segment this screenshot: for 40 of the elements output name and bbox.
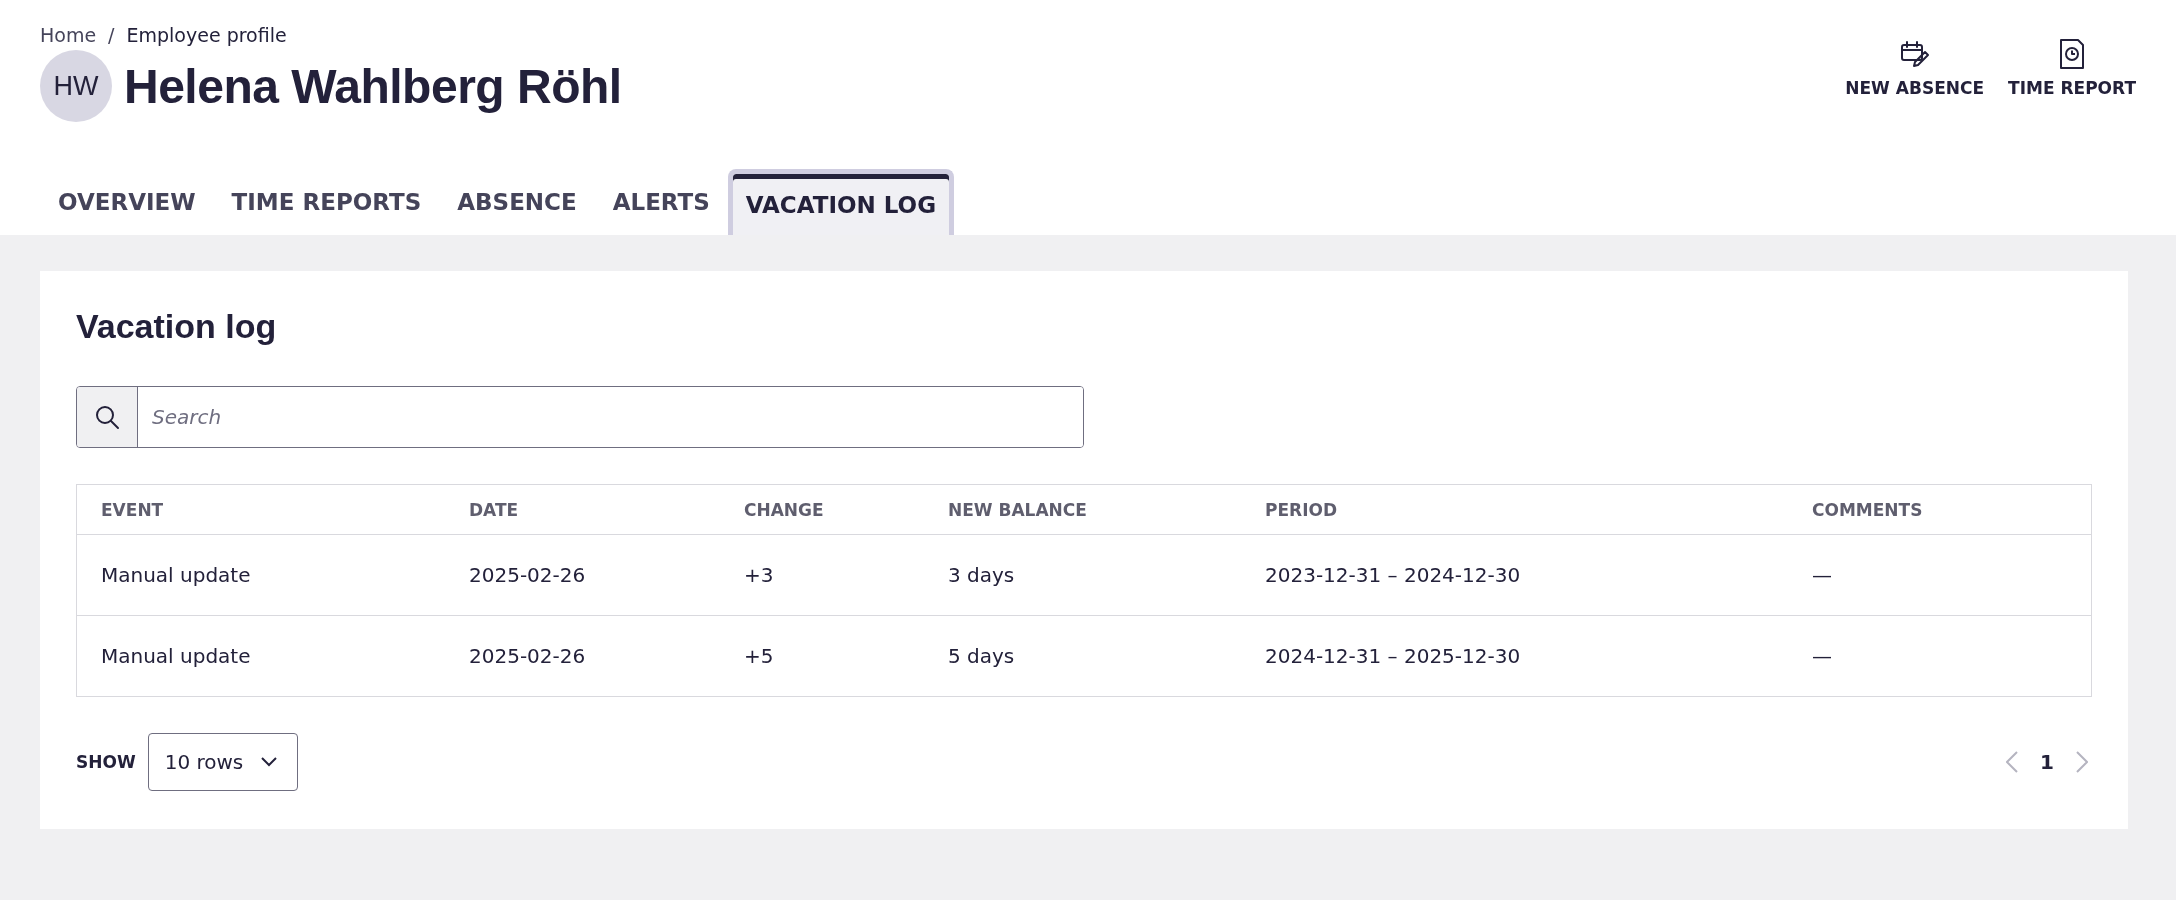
calendar-pencil-icon (1899, 40, 1930, 70)
employee-name: Helena Wahlberg Röhl (124, 58, 622, 114)
table-cell-text: — (1811, 563, 1833, 587)
previous-page-icon[interactable] (2006, 751, 2019, 773)
table-cell-text: 5 days (947, 644, 1016, 668)
breadcrumb-link[interactable]: Home (40, 24, 97, 46)
table-cell-text: +3 (743, 563, 775, 587)
tab[interactable]: VACATION LOG (727, 169, 955, 235)
table-cell-text: Manual update (100, 644, 252, 668)
table-cell-text: — (1811, 644, 1833, 668)
column-header: NEW BALANCE (947, 499, 1088, 520)
header-action-button[interactable]: NEW ABSENCE (1845, 36, 1985, 136)
table-cell-text: 3 days (947, 563, 1016, 587)
tab[interactable]: ABSENCE (439, 171, 595, 235)
header-action-button[interactable]: TIME REPORT (2008, 36, 2136, 136)
avatar-initials: HW (40, 50, 112, 122)
breadcrumb-separator: / (108, 24, 115, 46)
rows-per-page-select[interactable]: 10 rows (147, 733, 299, 791)
column-header: COMMENTS (1811, 499, 1924, 520)
page-number[interactable]: 1 (2036, 750, 2058, 774)
tab[interactable]: TIME REPORTS (213, 171, 440, 235)
tab[interactable]: ALERTS (594, 171, 728, 235)
table-cell-text: 2024-12-31 – 2025-12-30 (1264, 644, 1522, 668)
column-header: EVENT (100, 499, 165, 520)
table-cell-text: 2025-02-26 (468, 563, 587, 587)
table-cell-text: 2023-12-31 – 2024-12-30 (1264, 563, 1522, 587)
next-page-icon[interactable] (2076, 751, 2088, 773)
column-header: DATE (468, 499, 520, 520)
table-cell-text: +5 (743, 644, 775, 668)
search-field[interactable]: Search (76, 386, 1084, 448)
search-icon (94, 404, 120, 430)
table-cell-text: Manual update (100, 563, 252, 587)
table-cell-text: 2025-02-26 (468, 644, 587, 668)
tab[interactable]: OVERVIEW (40, 171, 214, 235)
panel-title: Vacation log (76, 307, 278, 346)
chevron-down-icon (261, 757, 278, 767)
show-label: SHOW (76, 752, 136, 772)
document-clock-icon (2058, 38, 2087, 70)
column-header: CHANGE (743, 499, 825, 520)
column-header: PERIOD (1264, 499, 1339, 520)
